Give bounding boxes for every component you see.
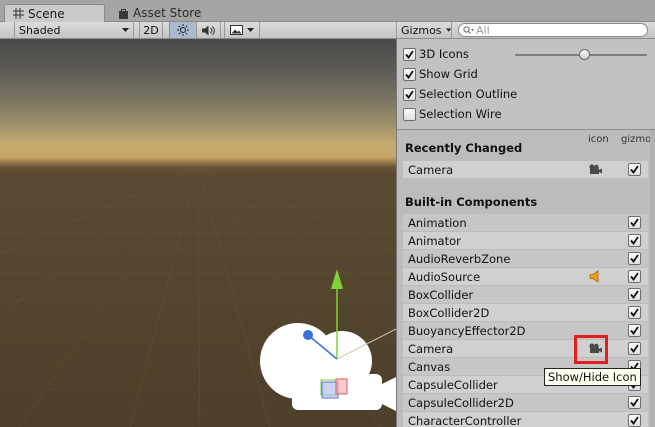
component-label: Camera <box>408 341 454 356</box>
camera-icon-highlight-box <box>574 335 608 364</box>
speaker-icon[interactable] <box>586 269 604 284</box>
list-item: BuoyancyEffector2D <box>403 322 648 339</box>
dropdown-arrow-icon <box>122 28 129 32</box>
list-item: AudioSource <box>403 268 648 285</box>
component-label: Animation <box>408 215 467 230</box>
camera-icon[interactable] <box>586 162 604 177</box>
checkbox[interactable] <box>403 107 416 121</box>
check-icon <box>630 272 639 281</box>
list-item: AudioReverbZone <box>403 250 648 267</box>
check-icon <box>630 165 639 174</box>
list-item-recent-camera: Camera <box>403 161 648 178</box>
component-label: Animator <box>408 233 461 248</box>
builtin-components-title: Built-in Components <box>405 195 538 209</box>
check-icon <box>630 236 639 245</box>
check-icon <box>405 69 414 79</box>
scene-toolbar: Shaded 2D Gizmos <box>0 22 655 39</box>
dropdown-arrow-icon <box>247 28 254 32</box>
list-item: BoxCollider <box>403 286 648 303</box>
mode-2d-button[interactable]: 2D <box>139 22 163 38</box>
gizmo-checkbox[interactable] <box>628 234 641 247</box>
scene-lighting-toggle[interactable] <box>169 22 197 38</box>
shading-mode-dropdown[interactable]: Shaded <box>14 22 134 38</box>
tooltip: Show/Hide Icon <box>544 368 641 386</box>
component-label: CapsuleCollider <box>408 377 498 392</box>
checkbox[interactable] <box>403 87 416 101</box>
option-label: Selection Wire <box>419 107 502 121</box>
gizmo-checkbox[interactable] <box>628 252 641 265</box>
grid-icon <box>13 8 24 19</box>
gizmo-checkbox[interactable] <box>628 270 641 283</box>
list-item: Animation <box>403 214 648 231</box>
check-icon <box>630 254 639 263</box>
component-label: BoxCollider2D <box>408 305 490 320</box>
search-icon <box>463 25 474 34</box>
list-item: CharacterController <box>403 412 648 427</box>
bag-icon <box>119 8 128 19</box>
mode-2d-label: 2D <box>143 23 159 37</box>
gizmo-checkbox[interactable] <box>628 306 641 319</box>
option-show-grid[interactable]: Show Grid <box>403 65 478 83</box>
image-icon <box>230 25 243 35</box>
scene-canvas[interactable] <box>0 39 396 427</box>
component-label: CharacterController <box>408 413 522 427</box>
recently-changed-title: Recently Changed <box>405 141 523 155</box>
checkbox[interactable] <box>403 47 416 61</box>
component-label: CapsuleCollider2D <box>408 395 514 410</box>
gizmo-checkbox[interactable] <box>628 163 641 176</box>
search-field[interactable] <box>458 23 648 37</box>
check-icon <box>405 89 414 99</box>
check-icon <box>630 308 639 317</box>
checkbox[interactable] <box>403 67 416 81</box>
gizmo-checkbox[interactable] <box>628 216 641 229</box>
check-icon <box>630 326 639 335</box>
gizmo-checkbox[interactable] <box>628 288 641 301</box>
tab-label: Scene <box>28 6 65 21</box>
list-item: Camera <box>403 340 648 357</box>
check-icon <box>630 416 639 425</box>
search-input[interactable] <box>476 23 626 37</box>
check-icon <box>405 49 414 59</box>
speaker-icon <box>202 25 215 35</box>
component-label: AudioReverbZone <box>408 251 511 266</box>
tab-label: Asset Store <box>133 6 202 20</box>
sun-icon <box>177 24 189 36</box>
list-item: BoxCollider2D <box>403 304 648 321</box>
dropdown-arrow-icon <box>445 28 451 32</box>
check-icon <box>630 344 639 353</box>
column-header-icon: icon <box>588 134 609 145</box>
component-label: Canvas <box>408 359 451 374</box>
check-icon <box>630 290 639 299</box>
option-label: 3D Icons <box>419 47 469 61</box>
tab-scene[interactable]: Scene <box>4 4 105 22</box>
gizmo-checkbox[interactable] <box>628 414 641 427</box>
component-label: Camera <box>408 162 454 177</box>
list-item: Animator <box>403 232 648 249</box>
gizmo-checkbox[interactable] <box>628 342 641 355</box>
option-3d-icons[interactable]: 3D Icons <box>403 45 469 63</box>
gizmo-checkbox[interactable] <box>628 396 641 409</box>
gizmo-checkbox[interactable] <box>628 324 641 337</box>
tab-bar: Scene Asset Store <box>0 0 655 22</box>
gizmos-dropdown[interactable]: Gizmos <box>396 22 452 38</box>
check-icon <box>630 398 639 407</box>
scrollbar[interactable] <box>650 130 655 427</box>
scene-audio-toggle[interactable] <box>197 22 221 38</box>
component-label: BoxCollider <box>408 287 474 302</box>
list-item: CapsuleCollider2D <box>403 394 648 411</box>
component-label: BuoyancyEffector2D <box>408 323 526 338</box>
component-label: AudioSource <box>408 269 481 284</box>
option-selection-outline[interactable]: Selection Outline <box>403 85 517 103</box>
tab-asset-store[interactable]: Asset Store <box>110 4 220 22</box>
check-icon <box>630 218 639 227</box>
icon-size-slider-knob[interactable] <box>579 49 590 60</box>
scene-effects-dropdown[interactable] <box>224 22 260 38</box>
option-selection-wire[interactable]: Selection Wire <box>403 105 502 123</box>
gizmos-label: Gizmos <box>401 23 442 37</box>
option-label: Show Grid <box>419 67 478 81</box>
shading-mode-value: Shaded <box>19 23 61 37</box>
option-label: Selection Outline <box>419 87 518 101</box>
scene-viewport[interactable] <box>0 39 396 427</box>
column-header-gizmo: gizmo <box>621 134 652 145</box>
